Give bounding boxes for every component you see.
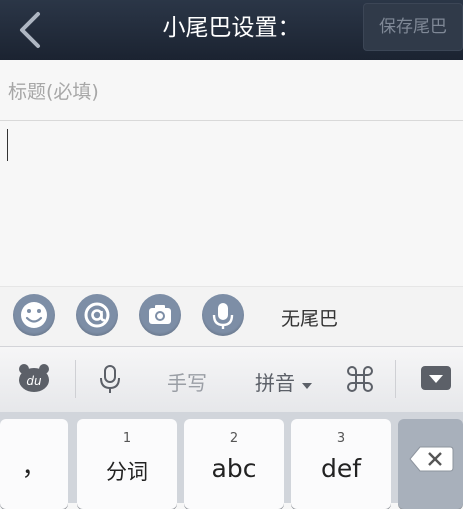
microphone-icon	[212, 303, 234, 329]
camera-button[interactable]	[139, 294, 181, 336]
pinyin-label: 拼音	[255, 371, 295, 395]
voice-button[interactable]	[202, 294, 244, 336]
key-2[interactable]: 2 abc	[184, 419, 284, 509]
camera-icon	[149, 305, 171, 324]
emoji-icon	[21, 302, 47, 328]
divider	[395, 360, 396, 398]
pinyin-mode-button[interactable]: 拼音	[255, 367, 313, 396]
subject-placeholder: 标题(必填)	[8, 81, 99, 103]
caret-down-icon	[302, 382, 313, 389]
key-label: ，	[21, 452, 47, 481]
mention-button[interactable]	[76, 294, 118, 336]
key-label: def	[320, 454, 362, 483]
save-button[interactable]: 保存尾巴	[363, 3, 463, 51]
key-1[interactable]: 1 分词	[77, 419, 177, 509]
baidu-paw-logo-icon: du	[19, 364, 49, 392]
key-comma[interactable]: ，	[0, 419, 68, 509]
command-icon	[347, 366, 373, 392]
key-number: 1	[122, 431, 132, 446]
logo-text: du	[26, 374, 42, 388]
baidu-logo-button[interactable]: du	[18, 363, 50, 397]
key-number: 3	[336, 431, 346, 446]
hide-keyboard-button[interactable]	[421, 366, 451, 394]
handwriting-mode[interactable]: 手写	[167, 367, 207, 396]
delete-key[interactable]	[398, 419, 463, 509]
at-icon	[84, 302, 110, 328]
tail-status-label[interactable]: 无尾巴	[281, 304, 338, 331]
emoji-button[interactable]	[13, 294, 55, 336]
microphone-outline-icon	[100, 365, 120, 393]
keyboard-voice-button[interactable]	[98, 363, 122, 399]
dropdown-icon	[421, 366, 451, 390]
key-3[interactable]: 3 def	[291, 419, 391, 509]
content-textarea[interactable]	[0, 122, 463, 286]
key-label: abc	[211, 454, 257, 483]
backspace-icon	[409, 446, 454, 472]
key-number: 2	[229, 431, 239, 446]
command-menu-button[interactable]	[347, 366, 373, 396]
keyboard-header	[0, 346, 463, 413]
key-label: 分词	[106, 460, 148, 484]
text-caret	[7, 129, 8, 161]
divider	[75, 360, 76, 398]
